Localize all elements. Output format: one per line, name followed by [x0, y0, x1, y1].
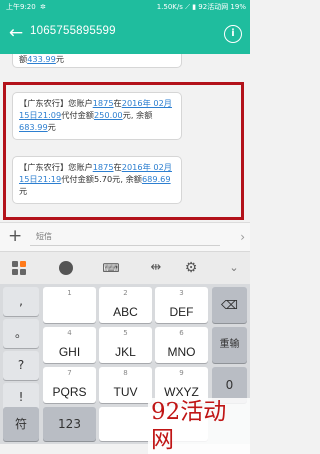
message-text: 元	[19, 186, 28, 196]
back-arrow-icon[interactable]: ←	[6, 23, 26, 43]
delete-key[interactable]: ⌫	[212, 287, 247, 323]
message-text: 在	[113, 98, 122, 108]
punct-key-period[interactable]: 。	[3, 319, 39, 348]
message-text: 元, 余额	[122, 110, 153, 120]
key-2[interactable]: 2 ABC	[99, 287, 152, 323]
message-text: 代付金额5.70元, 余额	[61, 174, 142, 184]
symbol-key[interactable]: 符	[3, 407, 39, 441]
message-text: 元	[55, 54, 65, 64]
key-8[interactable]: 8 TUV	[99, 367, 152, 403]
app-bar: ← 1065755895599 i	[0, 14, 250, 54]
punct-key-question[interactable]: ?	[3, 351, 39, 380]
key-7[interactable]: 7 PQRS	[43, 367, 96, 403]
add-attachment-button[interactable]: +	[8, 226, 22, 246]
numbers-key[interactable]: 123	[43, 407, 96, 441]
conversation-title: 1065755895599	[30, 25, 116, 37]
conversation-list[interactable]: 额433.99元 【广东农行】您账户1875在2016年 02月15日21:09…	[0, 54, 250, 220]
key-1[interactable]: 1	[43, 287, 96, 323]
message-bubble[interactable]: 额433.99元	[12, 54, 182, 68]
emoji-icon[interactable]	[56, 258, 76, 278]
key-4[interactable]: 4 GHI	[43, 327, 96, 363]
key-5[interactable]: 5 JKL	[99, 327, 152, 363]
message-text: 额	[19, 54, 28, 64]
punct-key-comma[interactable]: ,	[3, 287, 39, 316]
ime-toolbar: ⌨ ⇹ ⚙ ⌄	[0, 251, 250, 284]
app-grid-icon[interactable]	[10, 258, 30, 278]
message-text: 【广东农行】您账户	[19, 98, 93, 108]
send-button[interactable]: ›	[240, 227, 245, 247]
message-bubble[interactable]: 【广东农行】您账户1875在2016年 02月15日21:19代付金额5.70元…	[12, 156, 182, 204]
watermark: 92活动网	[148, 398, 250, 454]
status-indicators: 1.50K/s ⟋ ▮ 92活动网 19%	[156, 3, 246, 11]
status-bar: 上午9:20 ✲ 1.50K/s ⟋ ▮ 92活动网 19%	[0, 0, 250, 14]
message-text: 代付金额	[61, 110, 94, 120]
message-text: 在	[113, 162, 122, 172]
composer-bar: + ›	[0, 222, 250, 251]
message-link-text[interactable]: 1875	[93, 98, 114, 108]
settings-icon: ✲	[40, 3, 46, 11]
message-text: 【广东农行】您账户	[19, 162, 93, 172]
message-input[interactable]	[30, 228, 220, 246]
cursor-move-icon[interactable]: ⇹	[146, 258, 166, 278]
info-icon[interactable]: i	[224, 25, 242, 43]
settings-gear-icon[interactable]: ⚙	[181, 258, 201, 278]
message-link-text[interactable]: 683.99	[19, 122, 48, 132]
message-link-text[interactable]: 689.69	[142, 174, 171, 184]
retype-key[interactable]: 重输	[212, 327, 247, 363]
message-link-text[interactable]: 250.00	[94, 110, 123, 120]
collapse-keyboard-icon[interactable]: ⌄	[224, 258, 244, 278]
message-text: 元	[47, 122, 56, 132]
message-link-text[interactable]: 1875	[93, 162, 114, 172]
keyboard-icon[interactable]: ⌨	[101, 258, 121, 278]
message-link-text[interactable]: 433.99	[27, 54, 56, 64]
key-3[interactable]: 3 DEF	[155, 287, 208, 323]
message-bubble[interactable]: 【广东农行】您账户1875在2016年 02月15日21:09代付金额250.0…	[12, 92, 182, 140]
key-6[interactable]: 6 MNO	[155, 327, 208, 363]
status-time: 上午9:20	[6, 3, 36, 11]
